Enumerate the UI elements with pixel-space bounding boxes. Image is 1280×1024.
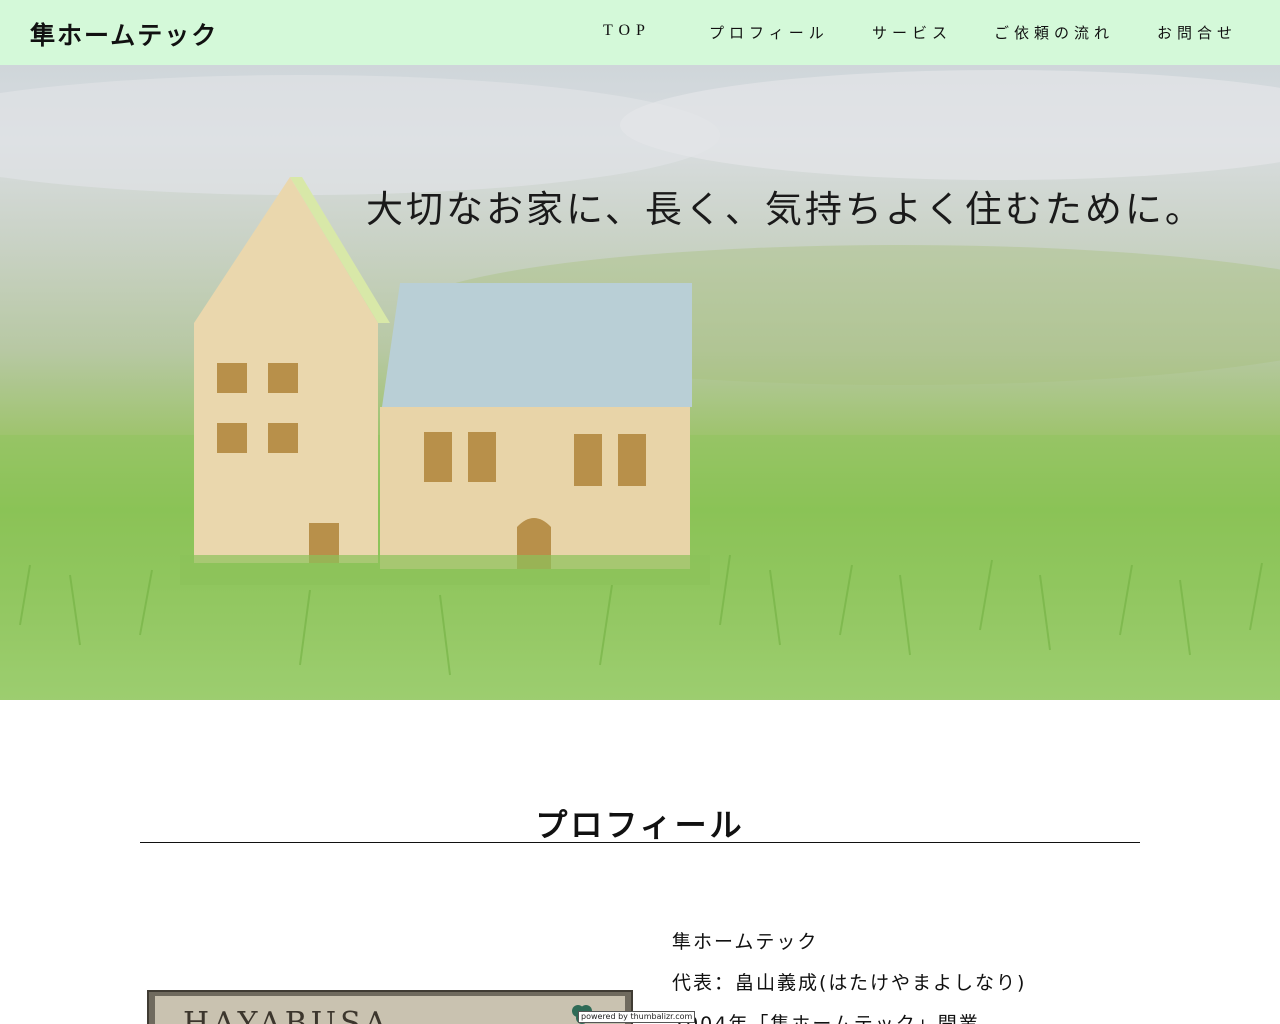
profile-section-title: プロフィール: [535, 806, 745, 844]
profile-representative: 代表：畠山義成(はたけやまよしなり): [672, 972, 1027, 994]
main-nav: TOP プロフィール サービス ご依頼の流れ お問合せ: [0, 22, 1280, 44]
hero-tagline: 大切なお家に、長く、気持ちよく住むために。: [366, 188, 1205, 231]
nav-item-top[interactable]: TOP: [603, 22, 651, 40]
hero-image: [0, 70, 1280, 700]
nav-item-contact[interactable]: お問合せ: [1157, 22, 1237, 43]
nav-item-flow[interactable]: ご依頼の流れ: [994, 22, 1114, 43]
nav-item-service[interactable]: サービス: [872, 22, 952, 43]
profile-company-name: 隼ホームテック: [672, 931, 819, 953]
sign-board: HAYABUSA: [155, 996, 625, 1024]
thumbnail-badge[interactable]: powered by thumbalizr.com: [578, 1011, 696, 1023]
profile-founded: 2004年「隼ホームテック」開業: [672, 1013, 980, 1024]
profile-text: 隼ホームテック 代表：畠山義成(はたけやまよしなり) 2004年「隼ホームテック…: [672, 930, 1026, 1024]
hero-section: 大切なお家に、長く、気持ちよく住むために。: [0, 65, 1280, 700]
site-header: 隼ホームテック TOP プロフィール サービス ご依頼の流れ お問合せ: [0, 0, 1280, 65]
nav-item-profile[interactable]: プロフィール: [709, 22, 829, 43]
section-divider: [140, 842, 1140, 843]
sign-text: HAYABUSA: [183, 1006, 391, 1024]
company-sign-photo: HAYABUSA: [147, 990, 633, 1024]
